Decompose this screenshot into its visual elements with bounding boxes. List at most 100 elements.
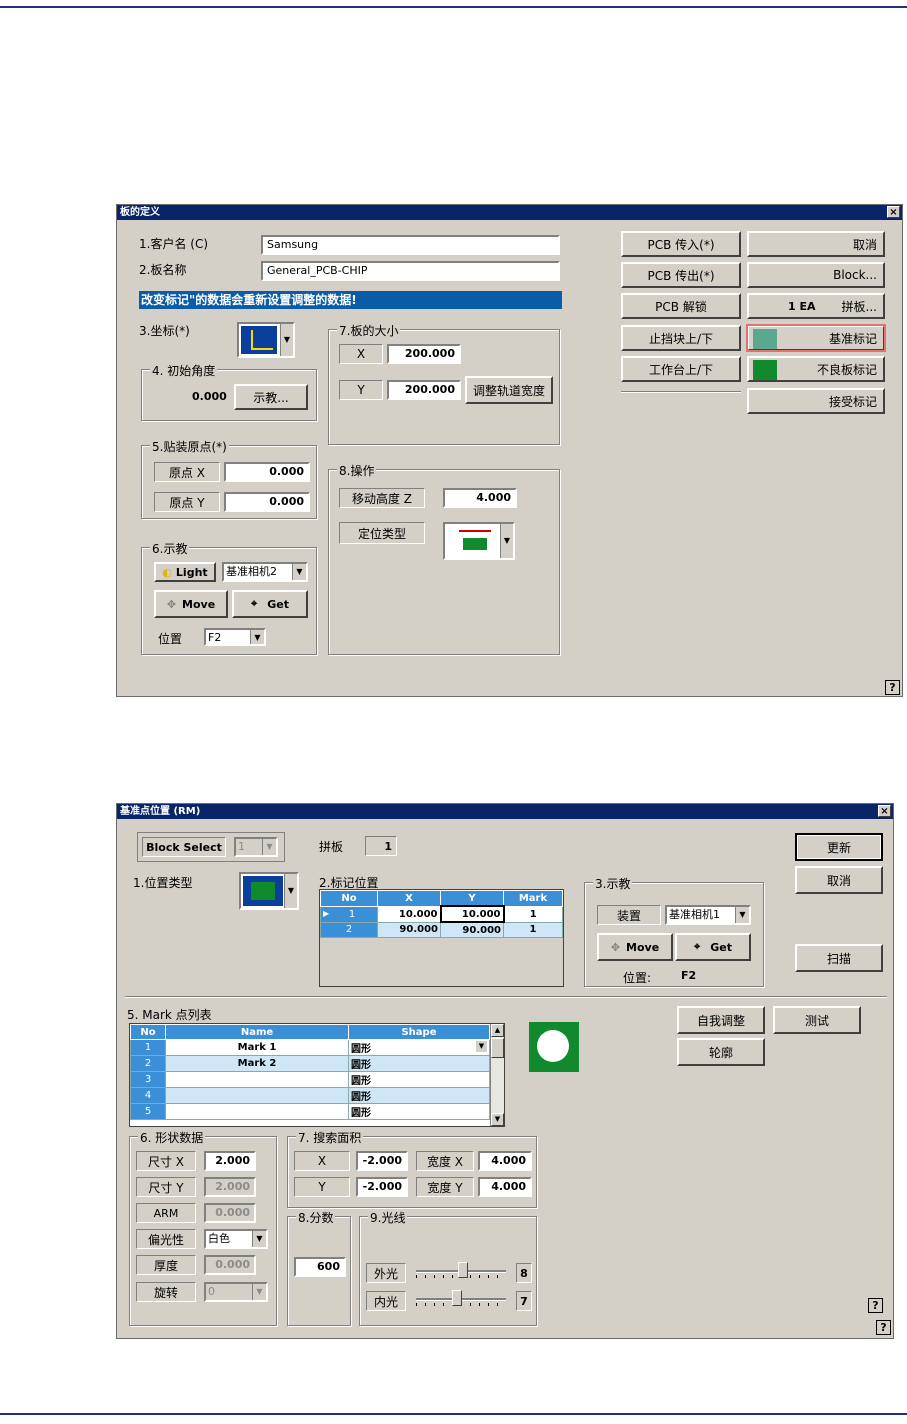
table-row[interactable]: 3 圆形 [130, 1071, 490, 1088]
table-up-down-button[interactable]: 工作台上/下 [621, 356, 741, 382]
stopper-up-down-button[interactable]: 止挡块上/下 [621, 325, 741, 351]
bad-board-mark-button[interactable]: 不良板标记 [747, 356, 885, 382]
fiducial-position-dialog: 基准点位置 (RM) × Block Select 1 ▼ 拼板 1 更新 取消 … [116, 803, 894, 1339]
adjust-rail-width-button[interactable]: 调整轨道宽度 [465, 376, 553, 404]
teach-button[interactable]: 示教... [234, 384, 308, 410]
block-select-combo[interactable]: 1 ▼ [234, 837, 278, 857]
chevron-down-icon: ▼ [292, 564, 306, 580]
origin-y-input[interactable]: 0.000 [224, 492, 310, 512]
locate-type-selector[interactable]: ▼ [443, 522, 515, 560]
close-icon[interactable]: × [887, 206, 900, 218]
help-icon[interactable]: ? [885, 680, 900, 695]
panel-button[interactable]: 1 EA 拼板... [747, 293, 885, 319]
help-icon[interactable]: ? [876, 1320, 891, 1335]
inner-light-slider[interactable] [416, 1289, 506, 1309]
test-button[interactable]: 测试 [773, 1006, 861, 1034]
table-header-row: No Name Shape [130, 1024, 490, 1040]
arm-label: ARM [136, 1203, 196, 1223]
cancel-button[interactable]: 取消 [795, 866, 883, 894]
origin-x-input[interactable]: 0.000 [224, 462, 310, 482]
cell-shape[interactable]: 圆形 [348, 1087, 490, 1104]
cell-mark[interactable]: 1 [503, 921, 563, 938]
get-button[interactable]: ⌖ Get [232, 590, 308, 618]
table-row[interactable]: 2 90.000 90.000 1 [320, 921, 563, 938]
table-row[interactable]: 1 Mark 1 圆形 ▼ [130, 1039, 490, 1056]
move-arrows-icon: ✥ [610, 940, 621, 954]
chevron-down-icon: ▼ [280, 324, 293, 356]
size-x-input[interactable]: 2.000 [204, 1151, 256, 1171]
mark-list-frame: No Name Shape 1 Mark 1 圆形 ▼ 2 Mark 2 圆形 3… [129, 1023, 505, 1127]
light-button[interactable]: ◐ Light [154, 562, 216, 582]
move-button[interactable]: ✥ Move [154, 590, 228, 618]
size-y-input[interactable]: 2.000 [204, 1177, 256, 1197]
move-button[interactable]: ✥ Move [597, 933, 673, 961]
cell-shape[interactable]: 圆形 [348, 1071, 490, 1088]
block-button[interactable]: Block... [747, 262, 885, 288]
coord-selector[interactable]: ▼ [237, 322, 295, 358]
cell-y[interactable]: 10.000 [439, 905, 505, 923]
rotation-select[interactable]: 0 ▼ [204, 1282, 268, 1302]
cell-shape[interactable]: 圆形 [348, 1055, 490, 1072]
scan-button[interactable]: 扫描 [795, 944, 883, 972]
outer-light-slider[interactable] [416, 1261, 506, 1281]
position-select[interactable]: F2 ▼ [204, 628, 266, 646]
search-y-input[interactable]: -2.000 [356, 1177, 408, 1197]
position-label: 位置: [623, 971, 652, 985]
fiducial-mark-button[interactable]: 基准标记 [746, 324, 886, 352]
cell-mark[interactable]: 1 [503, 905, 563, 923]
self-adjust-button[interactable]: 自我调整 [677, 1006, 765, 1034]
cancel-button[interactable]: 取消 [747, 231, 885, 257]
thickness-input[interactable]: 0.000 [204, 1255, 256, 1275]
board-name-input[interactable]: General_PCB-CHIP [261, 261, 560, 281]
update-button[interactable]: 更新 [795, 833, 883, 861]
origin-x-label: 原点 X [154, 462, 220, 482]
move-height-input[interactable]: 4.000 [443, 488, 517, 508]
table-row[interactable]: 4 圆形 [130, 1087, 490, 1104]
get-button[interactable]: ⌖ Get [675, 933, 751, 961]
outer-light-thumb[interactable] [458, 1262, 468, 1278]
camera-select[interactable]: 基准相机2 ▼ [222, 562, 308, 582]
cell-name[interactable]: Mark 1 [165, 1039, 349, 1056]
inner-light-label: 内光 [366, 1291, 406, 1311]
pcb-out-button[interactable]: PCB 传出(*) [621, 262, 741, 288]
table-row[interactable]: ▶ 1 10.000 10.000 1 [320, 905, 563, 923]
pcb-in-button[interactable]: PCB 传入(*) [621, 231, 741, 257]
cell-y[interactable]: 90.000 [440, 921, 504, 938]
cell-x[interactable]: 90.000 [377, 921, 441, 938]
polarity-select[interactable]: 白色 ▼ [204, 1229, 268, 1249]
polarity-label: 偏光性 [136, 1229, 196, 1249]
scroll-up-icon[interactable]: ▲ [491, 1024, 504, 1037]
table-row[interactable]: 5 圆形 [130, 1103, 490, 1120]
cell-shape-text: 圆形 [351, 1044, 371, 1055]
chevron-down-icon[interactable]: ▼ [476, 1041, 487, 1052]
help-icon[interactable]: ? [868, 1298, 883, 1313]
camera-select[interactable]: 基准相机1 ▼ [665, 905, 751, 925]
width-x-input[interactable]: 4.000 [478, 1151, 532, 1171]
cell-x[interactable]: 10.000 [377, 905, 441, 923]
cell-name[interactable] [165, 1103, 349, 1120]
width-y-input[interactable]: 4.000 [478, 1177, 532, 1197]
inner-light-thumb[interactable] [452, 1290, 462, 1306]
light-label: Light [175, 565, 208, 579]
contour-button[interactable]: 轮廓 [677, 1038, 765, 1066]
cell-name[interactable]: Mark 2 [165, 1055, 349, 1072]
scroll-down-icon[interactable]: ▼ [491, 1113, 504, 1126]
accept-mark-button[interactable]: 接受标记 [747, 388, 885, 414]
cell-name[interactable] [165, 1087, 349, 1104]
cell-shape[interactable]: 圆形 [348, 1103, 490, 1120]
circle-mark-icon [537, 1030, 569, 1062]
score-input[interactable]: 600 [294, 1257, 346, 1277]
search-x-input[interactable]: -2.000 [356, 1151, 408, 1171]
size-y-input[interactable]: 200.000 [387, 380, 461, 400]
arm-input[interactable]: 0.000 [204, 1203, 256, 1223]
scrollbar[interactable]: ▲ ▼ [490, 1024, 504, 1126]
customer-input[interactable]: Samsung [261, 235, 560, 255]
size-x-input[interactable]: 200.000 [387, 344, 461, 364]
position-type-selector[interactable]: ▼ [239, 872, 299, 910]
cell-name[interactable] [165, 1071, 349, 1088]
close-icon[interactable]: × [878, 805, 891, 817]
scroll-thumb[interactable] [491, 1038, 504, 1058]
table-row[interactable]: 2 Mark 2 圆形 [130, 1055, 490, 1072]
cell-shape[interactable]: 圆形 ▼ [348, 1039, 490, 1056]
pcb-unlock-button[interactable]: PCB 解锁 [621, 293, 741, 319]
